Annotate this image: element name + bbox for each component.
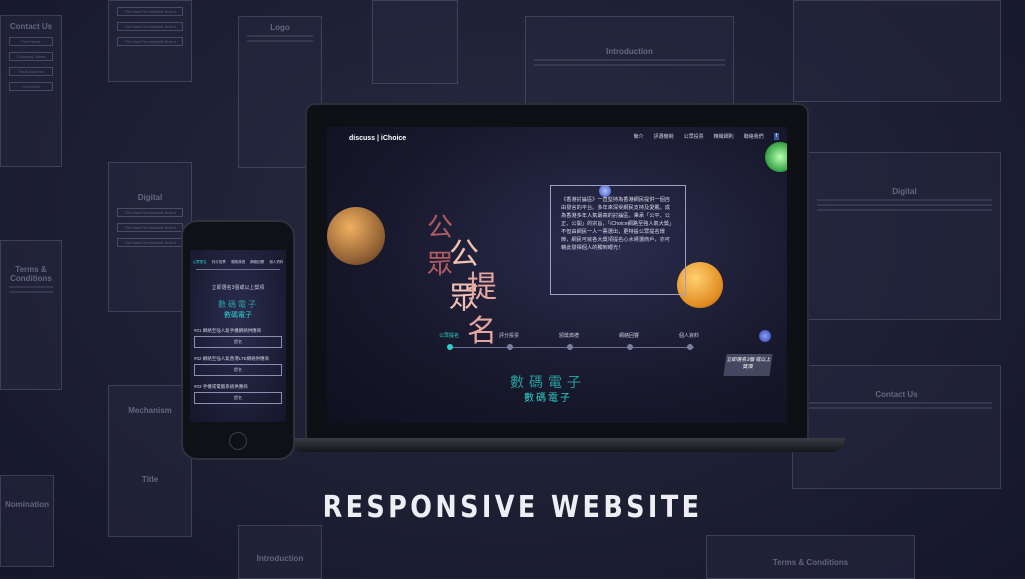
wireframe-field: Email Address <box>9 67 53 76</box>
wireframe-list-item: The Most Remarkable Brand <box>117 37 183 46</box>
wireframe-title: Logo <box>270 23 290 32</box>
wireframe-title: Introduction <box>256 554 304 563</box>
step-label[interactable]: 網絡回響 <box>619 332 639 339</box>
phone-nominate-button[interactable]: 提名 <box>194 364 282 376</box>
wireframe-terms-bottom: Terms & Conditions <box>706 535 915 579</box>
phone-step-label[interactable]: 個人資料 <box>269 260 283 265</box>
nav-item[interactable]: 精緻細則 <box>714 133 734 140</box>
wireframe-title: Digital <box>892 187 917 196</box>
step-dot <box>687 344 693 350</box>
wireframe-list-item: The Most Remarkable Brand <box>117 223 183 232</box>
step-dot <box>627 344 633 350</box>
wireframe-line <box>817 204 992 206</box>
laptop-base <box>290 438 845 452</box>
phone-step-label[interactable]: 公眾提名 <box>193 260 207 265</box>
hero-title-line3: 提名 <box>467 270 497 349</box>
wireframe-title: Nomination <box>5 500 49 509</box>
wireframe-line <box>247 35 313 37</box>
wireframe-list-item: The Most Remarkable Brand <box>117 208 183 217</box>
step-label[interactable]: 頒獎典禮 <box>559 332 579 339</box>
phone-category-shadow: 數碼電子 <box>218 300 258 309</box>
step-dot <box>447 344 453 350</box>
phone-item-label: #01 網絡至強人氣手機網絡供應商 <box>194 328 262 333</box>
home-button[interactable] <box>229 432 247 450</box>
phone-step-label[interactable]: 評分投票 <box>212 260 226 265</box>
planet-green <box>765 142 787 172</box>
facebook-icon[interactable]: f <box>773 133 779 140</box>
phone-item-label: #02 網絡至強人氣香港LTE網絡供應商 <box>194 356 270 361</box>
wireframe-contact-right: Contact Us <box>792 365 1001 489</box>
step-dot <box>567 344 573 350</box>
nav-item[interactable]: 評選機制 <box>654 133 674 140</box>
wireframe-list-top: The Most Remarkable Brand The Most Remar… <box>108 0 192 82</box>
wireframe-line <box>534 59 725 61</box>
site-nav: 簡介 評選機制 公眾投票 精緻細則 聯絡我們 f <box>634 133 779 140</box>
wireframe-title: Digital <box>137 193 163 202</box>
wireframe-line <box>9 286 53 288</box>
phone-screen: 公眾提名 評分投票 頒獎典禮 網絡回響 個人資料 立即選名3個或以上獎項 數碼電… <box>190 250 286 422</box>
wireframe-digital-left: Digital The Most Remarkable Brand The Mo… <box>108 162 192 312</box>
step-label[interactable]: 個人資料 <box>679 332 699 339</box>
step-dot <box>507 344 513 350</box>
phone-category-main: 數碼電子 <box>224 311 252 319</box>
cta-button[interactable]: 立即選名3個 或以上獎項 <box>723 354 773 376</box>
wireframe-line <box>801 407 992 409</box>
wireframe-title: Introduction <box>606 47 653 56</box>
wireframe-line <box>9 291 53 293</box>
nav-item[interactable]: 聯絡我們 <box>744 133 764 140</box>
headline: RESPONSIVE WEBSITE <box>322 490 703 525</box>
wireframe-list-item: The Most Remarkable Brand <box>117 7 183 16</box>
phone-subtitle: 立即選名3個或以上獎項 <box>211 285 265 291</box>
wireframe-intro-card: Introduction <box>525 16 734 104</box>
laptop-screen: discuss | iChoice 簡介 評選機制 公眾投票 精緻細則 聯絡我們… <box>327 127 787 423</box>
phone-steps-track <box>196 269 280 270</box>
planet-orange <box>327 207 385 265</box>
category-title-shadow: 數碼電子 <box>510 375 586 391</box>
step-label[interactable]: 評分投票 <box>499 332 519 339</box>
intro-box: 《香港討論區》一直堅持為香港網民提供一個自由發言的平台。多年來深受網民支持及愛戴… <box>550 185 686 295</box>
wireframe-title: Terms & Conditions <box>10 265 52 283</box>
wireframe-terms-left: Terms & Conditions <box>0 240 62 390</box>
wireframe-list-item: The Most Remarkable Brand <box>117 238 183 247</box>
wireframe-line <box>817 209 992 211</box>
wireframe-field: First Name <box>9 37 53 46</box>
phone-category-title: 數碼電子 數碼電子 <box>190 299 286 320</box>
phone-nominate-button[interactable]: 提名 <box>194 392 282 404</box>
nav-item[interactable]: 簡介 <box>634 133 644 140</box>
category-title: 數碼電子 數碼電子 <box>510 372 586 404</box>
phone-step-label[interactable]: 網絡回響 <box>250 260 264 265</box>
step-label[interactable]: 公眾提名 <box>439 332 459 339</box>
laptop-mockup: discuss | iChoice 簡介 評選機制 公眾投票 精緻細則 聯絡我們… <box>305 103 809 447</box>
wireframe-title: Contact Us <box>875 390 918 399</box>
wireframe-line <box>817 199 992 201</box>
phone-nominate-button[interactable]: 提名 <box>194 336 282 348</box>
nav-item[interactable]: 公眾投票 <box>684 133 704 140</box>
wireframe-digital-right: Digital <box>808 152 1001 320</box>
wireframe-title: Contact Us <box>9 22 53 31</box>
phone-item-label: #03 手機或電腦系統供應商 <box>194 384 248 389</box>
wireframe-line <box>534 64 725 66</box>
wireframe-title: Mechanism <box>128 406 172 415</box>
wireframe-intro-bottom: Introduction <box>238 525 322 579</box>
planet-small-blue <box>759 330 771 342</box>
wireframe-field: Company Name <box>9 52 53 61</box>
wireframe-nomination: Nomination <box>0 475 54 567</box>
wireframe-gift-right <box>793 0 1001 102</box>
wireframe-line <box>801 402 992 404</box>
wireframe-subtitle: Title <box>141 475 159 484</box>
site-logo[interactable]: discuss | iChoice <box>349 135 406 142</box>
wireframe-contact-left: Contact Us First Name Company Name Email… <box>0 15 62 167</box>
wireframe-line <box>247 40 313 42</box>
wireframe-list-item: The Most Remarkable Brand <box>117 22 183 31</box>
phone-mockup: 公眾提名 評分投票 頒獎典禮 網絡回響 個人資料 立即選名3個或以上獎項 數碼電… <box>181 220 295 460</box>
wireframe-field: Comment <box>9 82 53 91</box>
wireframe-buttons-card <box>372 0 458 84</box>
wireframe-title: Terms & Conditions <box>772 558 849 567</box>
phone-steps: 公眾提名 評分投票 頒獎典禮 網絡回響 個人資料 <box>190 260 286 265</box>
phone-step-label[interactable]: 頒獎典禮 <box>231 260 245 265</box>
